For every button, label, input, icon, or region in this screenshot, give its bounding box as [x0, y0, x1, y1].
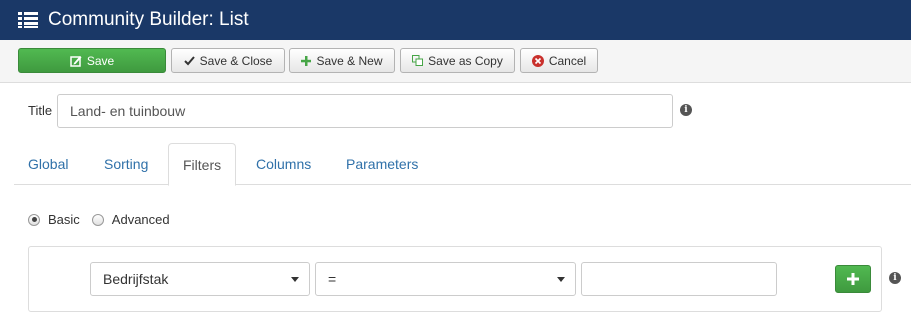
save-label: Save — [86, 53, 115, 68]
info-icon[interactable]: i — [680, 104, 692, 116]
page-title: Community Builder: List — [48, 9, 249, 30]
save-copy-label: Save as Copy — [428, 53, 503, 68]
tab-filters[interactable]: Filters — [168, 143, 237, 186]
filter-value-input[interactable] — [581, 262, 777, 296]
tab-columns[interactable]: Columns — [242, 143, 325, 185]
title-label: Title — [28, 103, 53, 118]
info-icon[interactable]: i — [889, 272, 901, 284]
filter-row-box: Bedrijfstak = — [28, 246, 882, 312]
copy-icon — [412, 55, 424, 66]
tab-bar: Global Sorting Filters Columns Parameter… — [14, 143, 911, 186]
title-input[interactable]: Land- en tuinbouw — [57, 94, 673, 128]
tab-sorting[interactable]: Sorting — [90, 143, 162, 185]
advanced-radio[interactable] — [91, 213, 104, 226]
plus-icon — [847, 273, 859, 285]
list-icon — [18, 12, 38, 28]
save-button[interactable]: Save — [18, 48, 166, 73]
chevron-down-icon — [291, 277, 299, 282]
tab-global[interactable]: Global — [14, 143, 82, 185]
save-close-label: Save & Close — [199, 53, 273, 68]
save-copy-button[interactable]: Save as Copy — [400, 48, 515, 73]
add-filter-button[interactable] — [835, 265, 871, 293]
radio-dot — [31, 217, 37, 222]
save-close-button[interactable]: Save & Close — [171, 48, 285, 73]
toolbar: Save Save & Close Save & New Save as Cop… — [0, 40, 911, 83]
plus-icon — [301, 55, 312, 66]
filter-field-select[interactable]: Bedrijfstak — [90, 262, 310, 296]
save-new-button[interactable]: Save & New — [289, 48, 395, 73]
filter-field-value: Bedrijfstak — [103, 271, 169, 287]
filter-mode-group: Basic Advanced — [28, 212, 182, 227]
filter-operator-value: = — [328, 271, 337, 287]
cancel-label: Cancel — [548, 53, 587, 68]
title-value: Land- en tuinbouw — [70, 103, 186, 119]
cancel-button[interactable]: Cancel — [520, 48, 598, 73]
tab-parameters[interactable]: Parameters — [332, 143, 432, 185]
page-header: Community Builder: List — [0, 0, 911, 40]
basic-radio[interactable] — [28, 213, 40, 226]
basic-label: Basic — [48, 212, 80, 227]
save-new-label: Save & New — [316, 53, 383, 68]
advanced-label: Advanced — [111, 212, 170, 227]
filter-operator-select[interactable]: = — [315, 262, 576, 296]
chevron-down-icon — [557, 277, 565, 282]
cancel-icon — [531, 54, 544, 67]
edit-icon — [70, 55, 82, 67]
check-icon — [183, 55, 195, 66]
title-row: Title Land- en tuinbouw i — [0, 94, 911, 128]
